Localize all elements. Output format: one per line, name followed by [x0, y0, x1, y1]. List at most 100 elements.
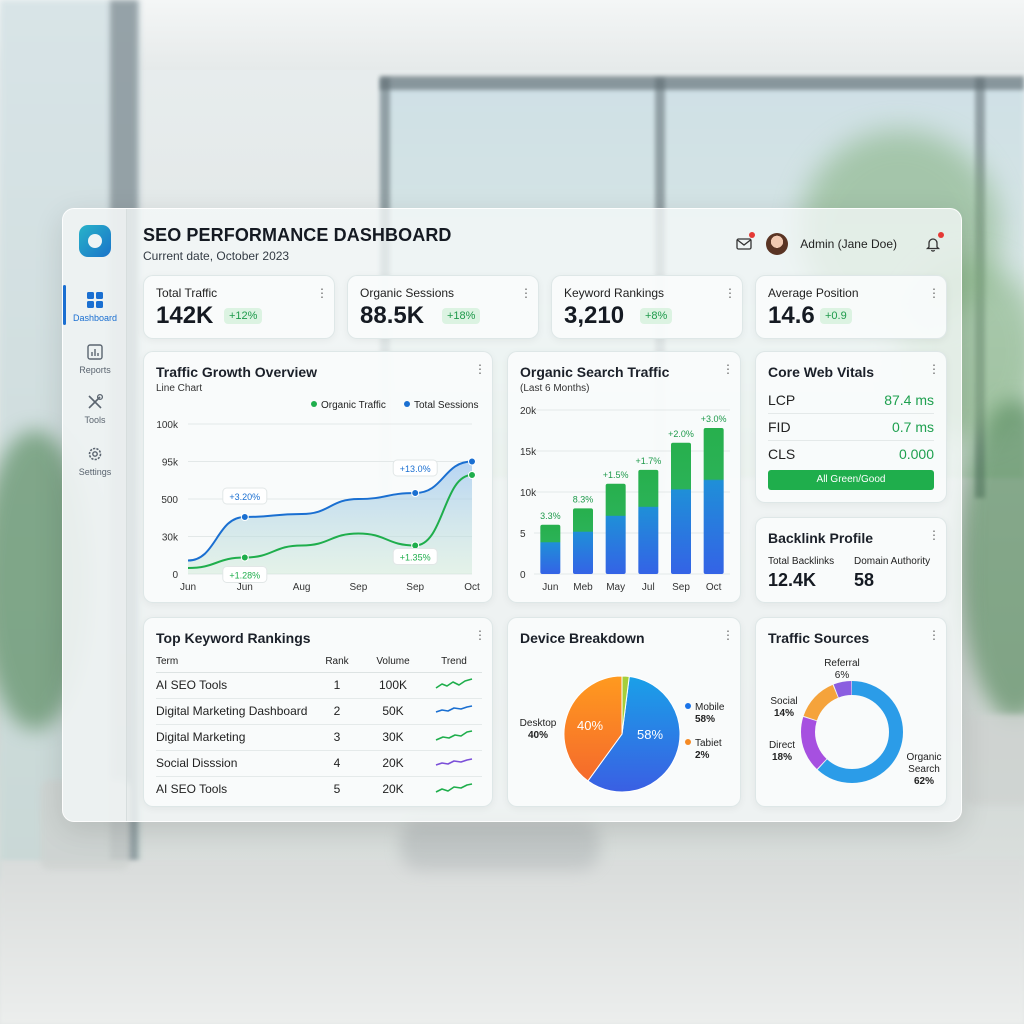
vital-row-fid: FID 0.7 ms [768, 415, 934, 441]
keyword-rank: 2 [314, 698, 360, 725]
kpi-value: 88.5K [360, 302, 425, 329]
notification-dot [749, 232, 756, 238]
user-name[interactable]: Admin (Jane Doe) [800, 237, 897, 251]
organic-search-card: Organic Search Traffic (Last 6 Months) ⋮… [507, 351, 741, 603]
kpi-card-average-position[interactable]: Average Position 14.6 +0.9 ⋮ [755, 275, 947, 339]
kpi-card-organic-sessions[interactable]: Organic Sessions 88.5K +18% ⋮ [347, 275, 539, 339]
vital-row-cls: CLS 0.000 [768, 442, 934, 468]
vital-value: 87.4 ms [884, 392, 934, 408]
x-tick-label: Sep [350, 582, 368, 593]
source-label-organic-2: Search [908, 764, 940, 775]
total-backlinks-label: Total Backlinks [768, 556, 835, 567]
header-actions: Admin (Jane Doe) [734, 231, 944, 257]
table-row[interactable]: Digital Marketing Dashboard 2 50K [156, 698, 482, 725]
notification-dot [938, 232, 944, 238]
table-row[interactable]: AI SEO Tools 1 100K [156, 672, 482, 699]
sidebar-item-settings[interactable]: Settings [63, 445, 127, 477]
x-tick-label: Sep [406, 582, 424, 593]
grid-icon [87, 292, 103, 308]
trend-sparkline [426, 724, 482, 751]
avatar[interactable] [766, 233, 789, 255]
page-title: SEO PERFORMANCE DASHBOARD [143, 225, 452, 245]
keyword-term: AI SEO Tools [156, 672, 314, 699]
app-logo[interactable] [79, 225, 111, 257]
sidebar-item-dashboard[interactable]: Dashboard [63, 285, 127, 325]
trend-sparkline [426, 776, 482, 802]
keyword-rank: 4 [314, 750, 360, 777]
y-tick-label: 100k [156, 420, 179, 431]
bar [638, 469, 659, 574]
source-label-organic: Organic [906, 752, 941, 763]
legend-swatch-sessions [404, 401, 410, 407]
trend-line [435, 729, 473, 741]
sidebar-item-label: Tools [84, 415, 106, 425]
y-tick-label: 5 [520, 529, 526, 540]
more-options-icon[interactable]: ⋮ [724, 286, 736, 300]
keyword-rank: 3 [314, 724, 360, 751]
keyword-volume: 30K [360, 724, 426, 751]
sidebar-item-tools[interactable]: Tools [63, 393, 127, 425]
domain-authority-value: 58 [854, 570, 875, 590]
more-options-icon[interactable]: ⋮ [474, 628, 486, 642]
bell-icon [925, 238, 941, 252]
annotation-label: +1.35% [400, 553, 431, 563]
annotation-label: +3.20% [229, 492, 260, 502]
source-label-social: Social [770, 696, 797, 707]
keyword-table: Term Rank Volume Trend AI SEO Tools 1 10… [156, 652, 482, 802]
kpi-card-total-traffic[interactable]: Total Traffic 142K +12% ⋮ [143, 275, 335, 339]
more-options-icon[interactable]: ⋮ [928, 286, 940, 300]
source-label-direct: Direct [769, 740, 795, 751]
bar [671, 442, 691, 574]
tools-icon [88, 393, 104, 409]
trend-line [435, 782, 473, 793]
trend-sparkline [426, 672, 482, 699]
core-web-vitals-card: Core Web Vitals ⋮ LCP 87.4 ms FID 0.7 ms… [755, 351, 947, 503]
page-subtitle: Current date, October 2023 [143, 249, 290, 263]
mail-icon [736, 238, 752, 250]
vital-metric: FID [768, 419, 791, 435]
bar-data-label: +3.0% [701, 414, 727, 424]
vital-value: 0.000 [898, 446, 934, 462]
domain-authority-label: Domain Authority [854, 556, 931, 567]
keyword-rank: 5 [333, 782, 341, 797]
sidebar-item-reports[interactable]: Reports [63, 343, 127, 375]
annotation-label: +13.0% [400, 464, 431, 474]
vital-metric: CLS [768, 446, 796, 462]
legend-label-desktop: Desktop [520, 718, 557, 729]
data-point [468, 457, 476, 466]
more-options-icon[interactable]: ⋮ [316, 286, 328, 300]
sidebar-item-label: Settings [78, 467, 112, 477]
bar-data-label: 3.3% [540, 511, 561, 521]
keyword-term: Social Disssion [156, 750, 314, 777]
kpi-delta-badge: +8% [640, 308, 673, 324]
column-header[interactable]: Trend [426, 652, 482, 673]
data-point [411, 489, 420, 497]
keyword-term: Digital Marketing [156, 724, 314, 751]
kpi-card-keyword-rankings[interactable]: Keyword Rankings 3,210 +8% ⋮ [551, 275, 743, 339]
x-tick-label: Aug [293, 582, 311, 593]
column-header[interactable]: Volume [360, 652, 426, 673]
column-header[interactable]: Rank [314, 652, 360, 673]
kpi-value: 14.6 [768, 302, 815, 329]
y-tick-label: 10k [520, 488, 537, 499]
trend-line [435, 677, 473, 689]
table-row[interactable]: Social Disssion 4 20K [156, 750, 482, 777]
source-pct-referral: 6% [835, 670, 850, 681]
traffic-sources-donut: Referral6% Social14% Direct18% OrganicSearc… [769, 658, 942, 787]
notifications-button[interactable] [923, 232, 944, 254]
mail-button[interactable] [734, 232, 756, 254]
table-row[interactable]: AI SEO Tools 5 20K [156, 776, 482, 802]
data-point [240, 513, 249, 521]
x-tick-label: Oct [464, 582, 480, 593]
legend-value-tablet: 2% [695, 750, 710, 761]
more-options-icon[interactable]: ⋮ [520, 286, 532, 300]
kpi-label: Organic Sessions [360, 286, 455, 300]
column-header[interactable]: Term [156, 652, 314, 673]
legend-label: Organic Traffic [321, 400, 386, 411]
keyword-volume: 50K [360, 698, 426, 725]
table-row[interactable]: Digital Marketing 3 30K [156, 724, 482, 751]
more-options-icon[interactable]: ⋮ [928, 362, 940, 376]
sidebar-item-label: Reports [79, 365, 111, 375]
more-options-icon[interactable]: ⋮ [928, 528, 940, 542]
slice-label: 40% [577, 718, 603, 733]
